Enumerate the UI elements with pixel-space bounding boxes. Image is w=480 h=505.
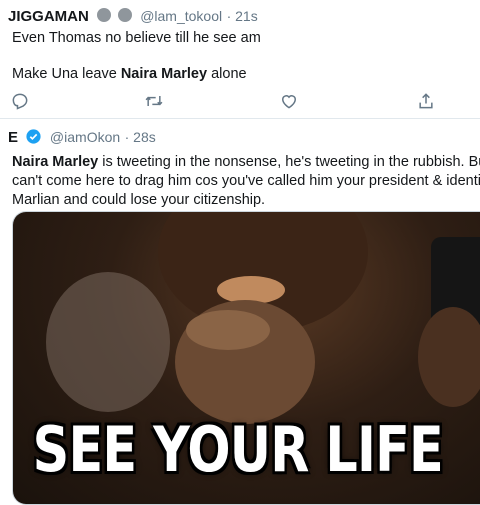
tweet-header: E @iamOkon · 28s [8,128,156,147]
handle[interactable]: @iamOkon [50,129,120,145]
tweet-header: JIGGAMAN @lam_tokool · 21s [8,8,258,26]
tweet-text: Naira Marley is tweeting in the nonsense… [12,153,480,210]
retweet-icon[interactable] [144,91,164,111]
tweet-jiggaman[interactable]: JIGGAMAN @lam_tokool · 21s Even Thomas n… [0,0,480,120]
mention-bold: Naira Marley [120,66,208,82]
skull-icon [117,8,132,22]
mention-bold: Naira Marley [12,154,99,170]
meme-caption: SEE YOUR LIFE [32,413,444,486]
tweet-text-line-3: Marlian and could lose your citizenship. [12,192,266,208]
skull-icon [97,8,112,22]
verified-badge-icon [26,129,42,144]
tweet-text-line-1: Even Thomas no believe till he see am [12,30,261,46]
text-segment: Make Una leave [12,66,121,82]
tweet-text-line-1: Naira Marley is tweeting in the nonsense… [12,153,480,172]
tweet-media-image[interactable]: SEE YOUR LIFE [12,211,480,505]
timestamp[interactable]: 28s [133,129,156,145]
timestamp[interactable]: 21s [235,8,258,24]
share-icon[interactable] [416,91,436,111]
tweet-text-line-2: Make Una leave Naira Marley alone [12,66,247,82]
text-segment: is tweeting in the nonsense, he's tweeti… [98,154,480,170]
separator-dot: · [226,8,236,24]
display-name[interactable]: E [8,129,18,146]
reply-icon[interactable] [10,91,30,111]
separator-dot: · [124,129,134,145]
handle[interactable]: @lam_tokool [140,8,222,24]
display-name[interactable]: JIGGAMAN [8,8,89,25]
text-segment: alone [207,66,247,82]
tweet-iamokon[interactable]: E @iamOkon · 28s Naira Marley is tweetin… [0,119,480,505]
tweet-text-line-2: can't come here to drag him cos you've c… [12,173,480,189]
like-icon[interactable] [279,91,299,111]
